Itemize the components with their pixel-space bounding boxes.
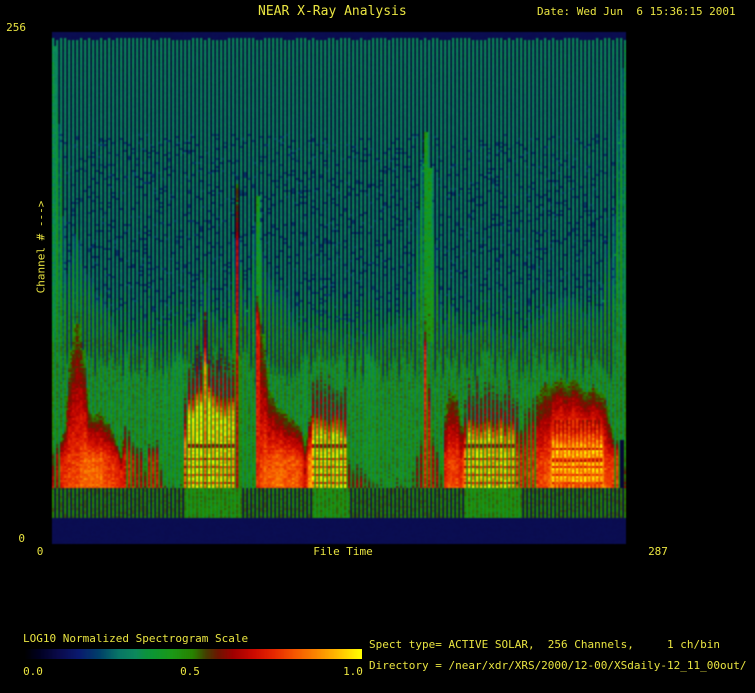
- colorbar-tick-0: 0.0: [23, 666, 43, 677]
- colorbar: [24, 649, 362, 659]
- y-axis-title: Channel # --->: [35, 201, 48, 294]
- date-label: Date: Wed Jun 6 15:36:15 2001: [537, 6, 736, 17]
- directory-label: Directory = /near/xdr/XRS/2000/12-00/XSd…: [369, 660, 747, 671]
- y-axis-tick-min: 0: [18, 533, 25, 544]
- colorbar-tick-1: 0.5: [180, 666, 200, 677]
- x-axis-tick-min: 0: [37, 546, 44, 557]
- colorbar-tick-2: 1.0: [343, 666, 363, 677]
- spectrogram-image: [52, 32, 626, 544]
- plot-window: NEAR X-Ray Analysis Date: Wed Jun 6 15:3…: [0, 0, 755, 693]
- y-axis-tick-max: 256: [6, 22, 26, 33]
- page-title: NEAR X-Ray Analysis: [258, 5, 407, 18]
- spect-type-label: Spect type= ACTIVE SOLAR, 256 Channels, …: [369, 639, 720, 650]
- x-axis-tick-max: 287: [648, 546, 668, 557]
- colorbar-title: LOG10 Normalized Spectrogram Scale: [23, 633, 248, 644]
- x-axis-title: File Time: [313, 546, 373, 557]
